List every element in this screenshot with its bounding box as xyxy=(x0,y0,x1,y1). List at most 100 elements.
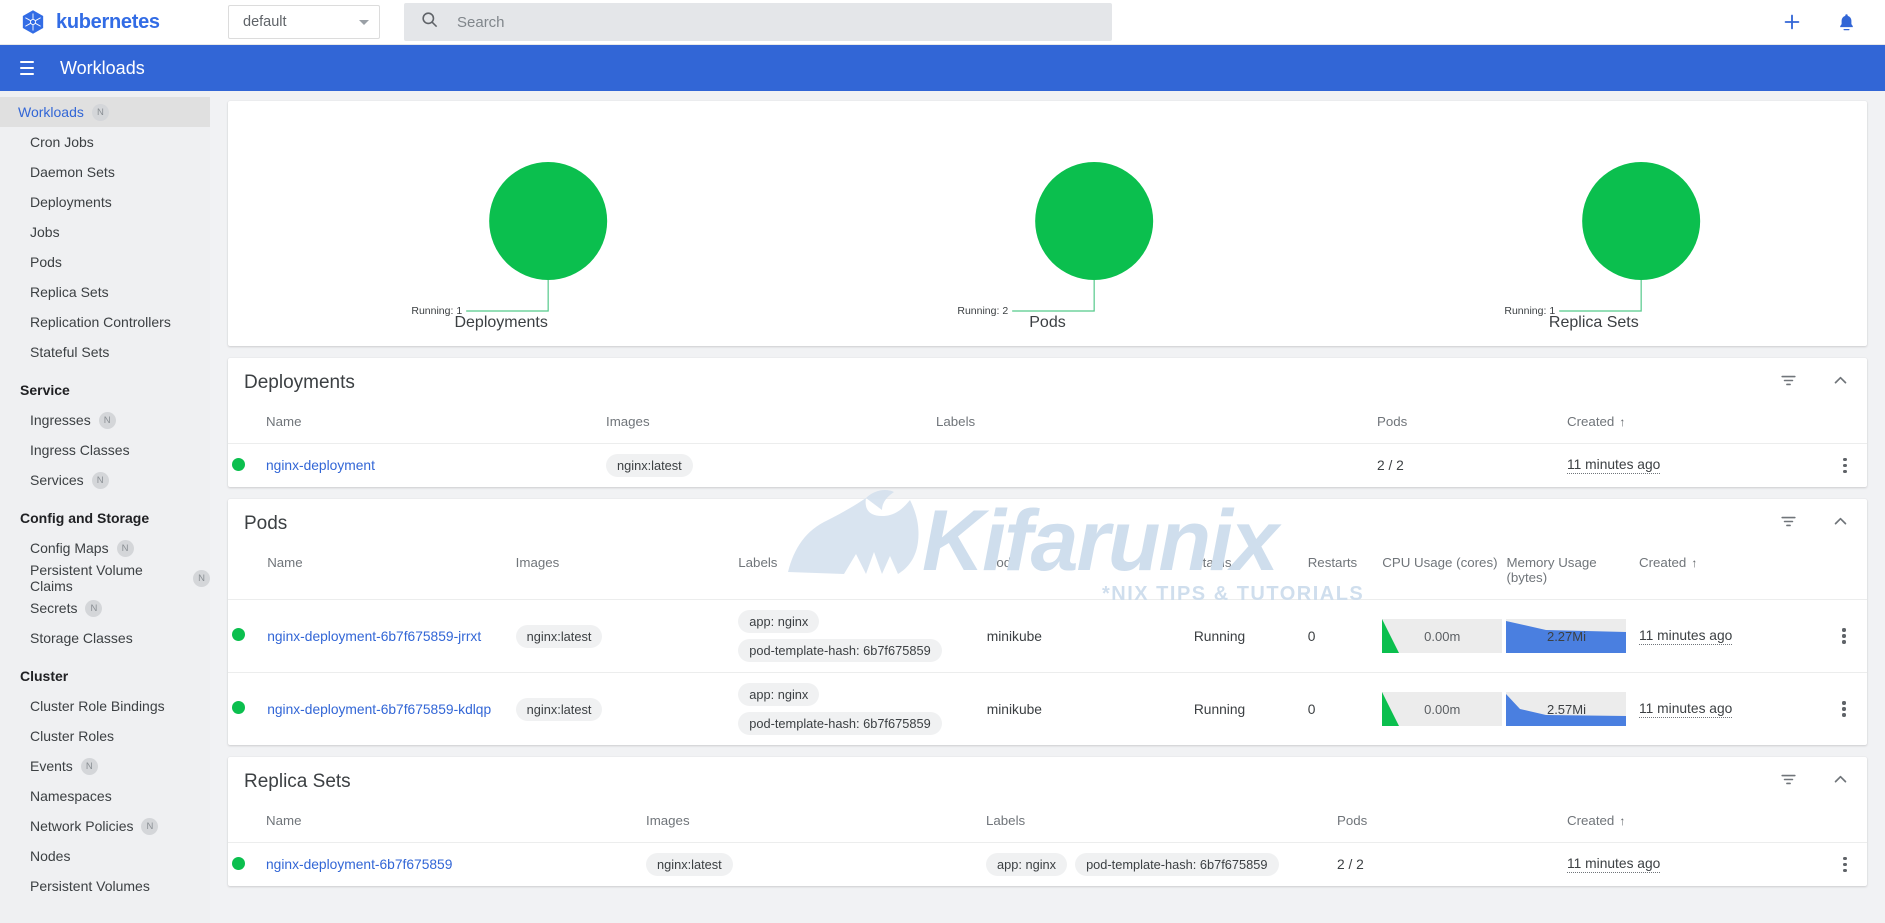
memory-usage-sparkline[interactable]: 2.57Mi xyxy=(1506,692,1626,726)
sidebar-item-storage-classes[interactable]: Storage Classes xyxy=(0,623,210,653)
column-header-pods[interactable]: Pods xyxy=(1333,807,1563,843)
table-row[interactable]: nginx-deployment-6b7f675859-kdlqp nginx:… xyxy=(228,673,1867,746)
sidebar-item-replica-sets[interactable]: Replica Sets xyxy=(0,277,210,307)
row-actions-kebab-icon[interactable] xyxy=(1827,857,1863,872)
sidebar-item-label: Config and Storage xyxy=(20,510,149,526)
sidebar-item-persistent-volumes[interactable]: Persistent Volumes xyxy=(0,871,210,901)
status-cell xyxy=(228,673,263,746)
sidebar-item-badge: N xyxy=(141,818,158,835)
column-header-restarts[interactable]: Restarts xyxy=(1304,549,1379,600)
sidebar-item-services[interactable]: ServicesN xyxy=(0,465,210,495)
sidebar-item-network-policies[interactable]: Network PoliciesN xyxy=(0,811,210,841)
column-header-name[interactable]: Name xyxy=(262,807,642,843)
sidebar-item-cluster-roles[interactable]: Cluster Roles xyxy=(0,721,210,751)
sort-ascending-icon: ↑ xyxy=(1619,415,1625,429)
sidebar-item-badge: N xyxy=(81,758,98,775)
column-header-labels[interactable]: Labels xyxy=(982,807,1333,843)
created-timestamp: 11 minutes ago xyxy=(1639,701,1732,718)
cpu-usage-cell: 0.00m xyxy=(1378,600,1502,673)
table-row[interactable]: nginx-deployment-6b7f675859 nginx:latest… xyxy=(228,843,1867,887)
column-header-status[interactable]: Status xyxy=(1190,549,1304,600)
sidebar-item-replication-controllers[interactable]: Replication Controllers xyxy=(0,307,210,337)
table-row[interactable]: nginx-deployment nginx:latest 2 / 2 11 m… xyxy=(228,444,1867,488)
status-dot-healthy xyxy=(232,857,245,870)
namespace-selector[interactable]: default xyxy=(228,5,380,39)
chevron-up-icon[interactable] xyxy=(1832,372,1849,394)
column-header-node[interactable]: Node xyxy=(983,549,1190,600)
deployment-name-link[interactable]: nginx-deployment xyxy=(266,458,375,473)
pods-title: Pods xyxy=(244,513,287,535)
sidebar-item-pods[interactable]: Pods xyxy=(0,247,210,277)
sidebar-item-deployments[interactable]: Deployments xyxy=(0,187,210,217)
sidebar-item-label: Deployments xyxy=(30,194,112,210)
column-header-created[interactable]: Created↑ xyxy=(1563,408,1823,444)
column-header-name[interactable]: Name xyxy=(263,549,511,600)
column-header-images[interactable]: Images xyxy=(642,807,982,843)
table-header-row: NameImagesLabelsPodsCreated↑ xyxy=(228,408,1867,444)
memory-usage-sparkline[interactable]: 2.27Mi xyxy=(1506,619,1626,653)
column-header-label: Node xyxy=(987,555,1019,570)
column-header-created[interactable]: Created↑ xyxy=(1635,549,1821,600)
search-bar[interactable] xyxy=(404,3,1112,41)
row-actions-kebab-icon[interactable] xyxy=(1827,458,1863,473)
column-header-cpu-usage-cores[interactable]: CPU Usage (cores) xyxy=(1378,549,1502,600)
column-header-created[interactable]: Created↑ xyxy=(1563,807,1823,843)
filter-funnel-icon[interactable] xyxy=(1779,770,1798,794)
sidebar-item-nodes[interactable]: Nodes xyxy=(0,841,210,871)
sidebar-item-ingress-classes[interactable]: Ingress Classes xyxy=(0,435,210,465)
column-header-memory-usage-bytes[interactable]: Memory Usage (bytes) xyxy=(1502,549,1635,600)
sidebar-item-cron-jobs[interactable]: Cron Jobs xyxy=(0,127,210,157)
column-header-images[interactable]: Images xyxy=(602,408,932,444)
brand[interactable]: kubernetes xyxy=(0,9,200,35)
filter-funnel-icon[interactable] xyxy=(1779,512,1798,536)
search-input[interactable] xyxy=(457,14,1096,31)
pod-name-link[interactable]: nginx-deployment-6b7f675859-kdlqp xyxy=(267,702,491,717)
deployments-card: Deployments NameImagesLab xyxy=(228,358,1867,487)
replica-set-name-link[interactable]: nginx-deployment-6b7f675859 xyxy=(266,857,452,872)
sidebar-item-daemon-sets[interactable]: Daemon Sets xyxy=(0,157,210,187)
column-header-name[interactable]: Name xyxy=(262,408,602,444)
pod-name-link[interactable]: nginx-deployment-6b7f675859-jrrxt xyxy=(267,629,481,644)
sidebar-item-stateful-sets[interactable]: Stateful Sets xyxy=(0,337,210,367)
cpu-usage-sparkline[interactable]: 0.00m xyxy=(1382,619,1502,653)
row-actions-kebab-icon[interactable] xyxy=(1825,701,1863,716)
label-chip: pod-template-hash: 6b7f675859 xyxy=(1075,853,1278,876)
sidebar-item-label: Service xyxy=(20,382,70,398)
sidebar-item-persistent-volume-claims[interactable]: Persistent Volume ClaimsN xyxy=(0,563,210,593)
cpu-usage-sparkline[interactable]: 0.00m xyxy=(1382,692,1502,726)
chevron-up-icon[interactable] xyxy=(1832,513,1849,535)
main-content: Kifarunix *NIX TIPS & TUTORIALS Running:… xyxy=(210,91,1885,923)
sidebar-item-cluster-role-bindings[interactable]: Cluster Role Bindings xyxy=(0,691,210,721)
sidebar-item-workloads[interactable]: WorkloadsN xyxy=(0,97,210,127)
status-dot-healthy xyxy=(232,458,245,471)
filter-funnel-icon[interactable] xyxy=(1779,371,1798,395)
sidebar-item-ingresses[interactable]: IngressesN xyxy=(0,405,210,435)
bell-icon[interactable] xyxy=(1833,9,1859,35)
top-bar-actions xyxy=(1779,9,1885,35)
row-actions-cell xyxy=(1823,444,1867,488)
sidebar-item-badge: N xyxy=(193,570,210,587)
sidebar-item-config-maps[interactable]: Config MapsN xyxy=(0,533,210,563)
plus-icon[interactable] xyxy=(1779,9,1805,35)
sidebar-item-events[interactable]: EventsN xyxy=(0,751,210,781)
table-row[interactable]: nginx-deployment-6b7f675859-jrrxt nginx:… xyxy=(228,600,1867,673)
column-header-images[interactable]: Images xyxy=(512,549,735,600)
column-header-labels[interactable]: Labels xyxy=(734,549,982,600)
column-header-pods[interactable]: Pods xyxy=(1373,408,1563,444)
chevron-up-icon[interactable] xyxy=(1832,771,1849,793)
sidebar-item-namespaces[interactable]: Namespaces xyxy=(0,781,210,811)
row-actions-kebab-icon[interactable] xyxy=(1825,628,1863,643)
column-header-labels[interactable]: Labels xyxy=(932,408,1373,444)
pods-card-header: Pods xyxy=(228,499,1867,549)
created-cell: 11 minutes ago xyxy=(1563,843,1823,887)
sidebar-item-label: Cron Jobs xyxy=(30,134,94,150)
sidebar-item-label: Services xyxy=(30,472,84,488)
sidebar-navigation: WorkloadsN Cron Jobs Daemon Sets Deployment… xyxy=(0,91,210,923)
hamburger-menu-icon[interactable] xyxy=(16,57,38,79)
sidebar-item-secrets[interactable]: SecretsN xyxy=(0,593,210,623)
restarts-cell: 0 xyxy=(1304,673,1379,746)
created-timestamp: 11 minutes ago xyxy=(1567,856,1660,873)
column-header-label: Status xyxy=(1194,555,1232,570)
page-toolbar: Workloads xyxy=(0,45,1885,91)
sidebar-item-jobs[interactable]: Jobs xyxy=(0,217,210,247)
